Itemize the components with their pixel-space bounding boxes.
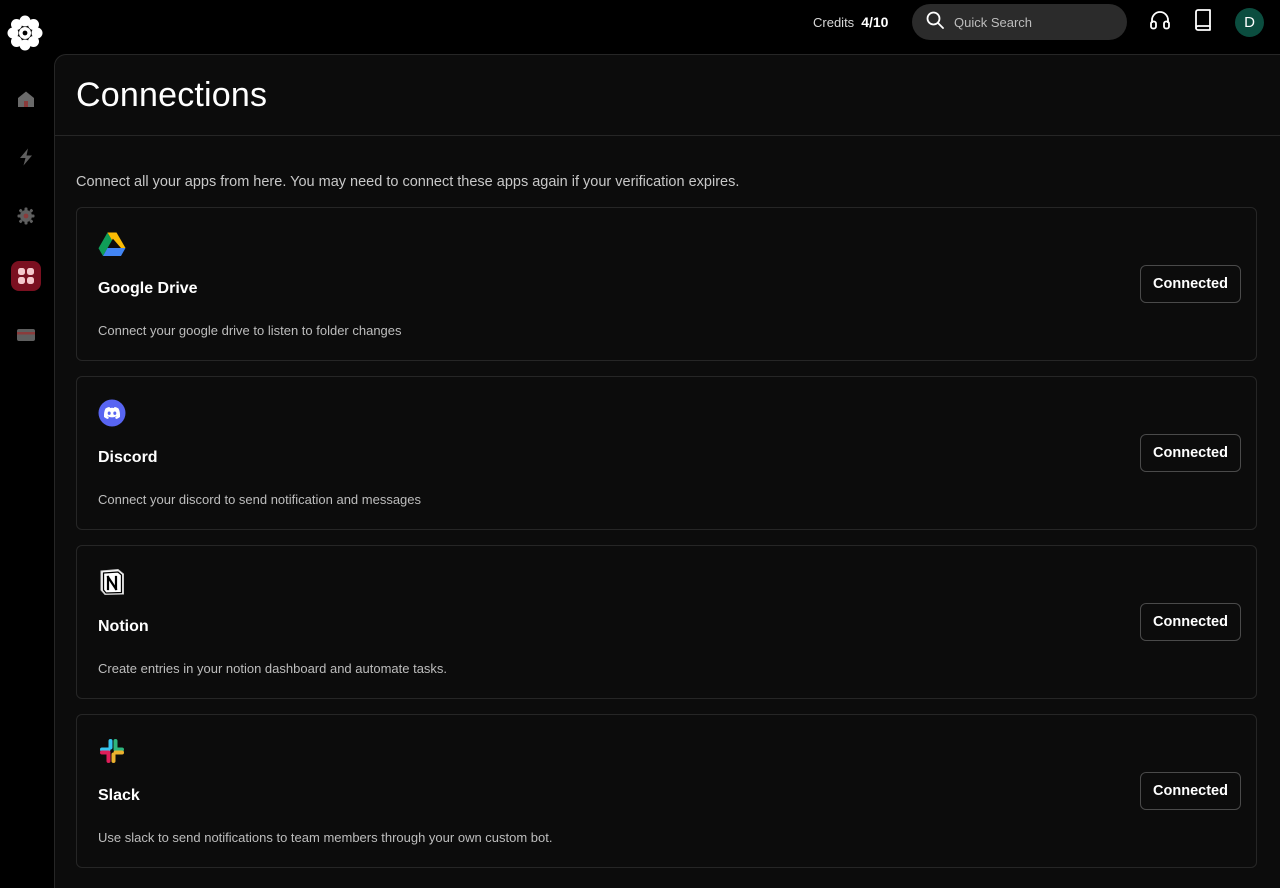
settings-gear-icon: [17, 207, 35, 225]
sidebar-item-home[interactable]: [11, 84, 41, 114]
notion-icon: [98, 568, 126, 596]
support-button[interactable]: [1149, 9, 1171, 36]
lightning-icon: [17, 148, 35, 166]
credit-card-icon: [16, 327, 36, 343]
connection-card-google-drive: Google Drive Connect your google drive t…: [76, 207, 1257, 361]
page-intro: Connect all your apps from here. You may…: [76, 174, 740, 190]
flower-logo-icon[interactable]: [4, 12, 46, 54]
headphones-icon: [1149, 9, 1171, 36]
top-bar: Credits 4/10 Quick Search D: [54, 0, 1280, 54]
main-panel: Connections Connect all your apps from h…: [54, 54, 1280, 888]
connection-card-slack: Slack Use slack to send notifications to…: [76, 714, 1257, 868]
sidebar-item-workflows[interactable]: [11, 142, 41, 172]
app-root: Credits 4/10 Quick Search D Connections …: [0, 0, 1280, 888]
connection-description: Create entries in your notion dashboard …: [98, 661, 448, 676]
home-icon: [17, 90, 35, 108]
quick-search[interactable]: [912, 4, 1127, 40]
google-drive-icon: [98, 230, 126, 258]
docs-button[interactable]: [1192, 8, 1214, 36]
slack-icon: [98, 737, 126, 765]
credits-label: Credits: [813, 15, 855, 30]
page-header: Connections: [55, 55, 1280, 136]
connection-description: Connect your discord to send notificatio…: [98, 492, 422, 507]
connected-button-notion[interactable]: Connected: [1140, 603, 1241, 641]
connection-description: Connect your google drive to listen to f…: [98, 323, 402, 338]
book-icon: [1193, 8, 1213, 36]
connection-name: Slack: [98, 787, 140, 804]
connection-name: Notion: [98, 618, 149, 635]
connection-name: Discord: [98, 449, 158, 466]
sidebar: [0, 0, 54, 888]
search-input[interactable]: [954, 14, 1104, 30]
credits-value: 4/10: [861, 14, 889, 30]
user-avatar[interactable]: D: [1235, 8, 1264, 37]
sidebar-item-connections[interactable]: [11, 261, 41, 291]
page-title: Connections: [76, 75, 268, 114]
apps-grid-icon: [17, 267, 35, 285]
search-icon: [926, 11, 944, 34]
connected-button-slack[interactable]: Connected: [1140, 772, 1241, 810]
connected-button-google-drive[interactable]: Connected: [1140, 265, 1241, 303]
connection-description: Use slack to send notifications to team …: [98, 830, 553, 845]
sidebar-item-settings[interactable]: [11, 201, 41, 231]
connection-card-notion: Notion Create entries in your notion das…: [76, 545, 1257, 699]
discord-icon: [98, 399, 126, 427]
credits-indicator: Credits 4/10: [813, 14, 888, 32]
connected-button-discord[interactable]: Connected: [1140, 434, 1241, 472]
sidebar-item-billing[interactable]: [11, 320, 41, 350]
connection-name: Google Drive: [98, 280, 198, 297]
connection-card-discord: Discord Connect your discord to send not…: [76, 376, 1257, 530]
connections-list: Google Drive Connect your google drive t…: [76, 207, 1257, 883]
